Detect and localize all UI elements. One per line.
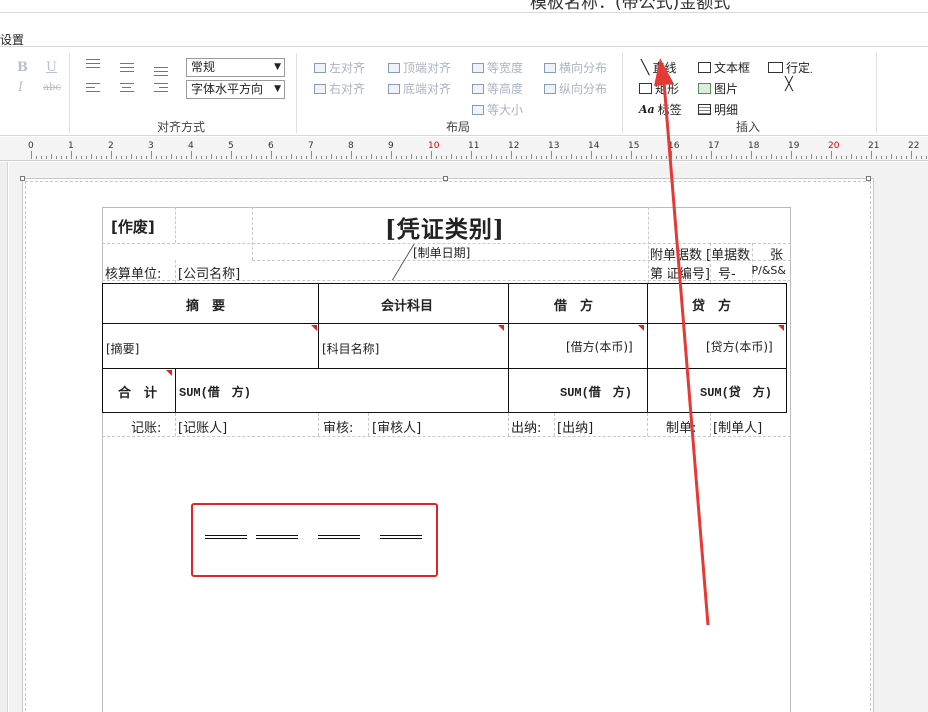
annotation-arrow bbox=[654, 58, 710, 626]
